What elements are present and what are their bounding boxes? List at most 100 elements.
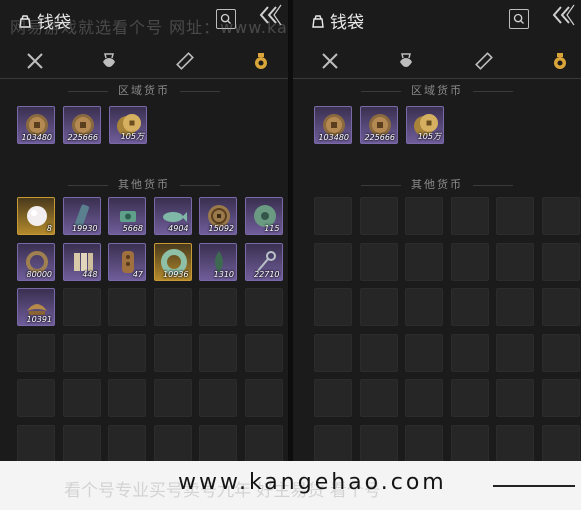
currency-slot[interactable]: 103480: [17, 106, 55, 144]
empty-slot[interactable]: [153, 288, 192, 326]
empty-slot[interactable]: [496, 379, 534, 417]
currency-slot[interactable]: 115: [244, 197, 283, 235]
empty-slot[interactable]: [314, 197, 352, 235]
empty-slot[interactable]: [199, 424, 237, 463]
empty-slot[interactable]: [17, 333, 55, 372]
watermark-url: www.kangehao.com: [178, 470, 447, 495]
currency-slot[interactable]: 15092: [199, 197, 237, 235]
empty-slot[interactable]: [541, 424, 580, 463]
empty-slot[interactable]: [359, 424, 398, 463]
empty-slot[interactable]: [359, 379, 398, 417]
empty-slot[interactable]: [405, 288, 443, 326]
empty-slot[interactable]: [199, 379, 237, 417]
currency-quantity: 103480: [21, 133, 52, 142]
empty-slot[interactable]: [17, 379, 55, 417]
search-button[interactable]: [509, 9, 529, 29]
empty-slot[interactable]: [314, 379, 352, 417]
empty-slot[interactable]: [496, 197, 534, 235]
currency-slot[interactable]: 22710: [244, 242, 283, 281]
crossed-swords-icon: [322, 53, 338, 69]
empty-slot[interactable]: [450, 379, 489, 417]
currency-slot[interactable]: 47: [108, 242, 146, 281]
empty-slot[interactable]: [153, 333, 192, 372]
currency-slot[interactable]: 10936: [153, 242, 192, 281]
watermark-rule: [493, 485, 575, 487]
tab-currency[interactable]: [547, 48, 573, 74]
empty-slot[interactable]: [405, 424, 443, 463]
collapse-chevron-icon[interactable]: [258, 3, 284, 27]
empty-slot[interactable]: [541, 197, 580, 235]
currency-slot[interactable]: 105万: [406, 106, 444, 144]
empty-slot[interactable]: [405, 333, 443, 372]
empty-slot[interactable]: [359, 242, 398, 281]
empty-slot[interactable]: [314, 288, 352, 326]
empty-slot[interactable]: [314, 424, 352, 463]
tab-currency[interactable]: [248, 48, 274, 74]
empty-slot[interactable]: [199, 288, 237, 326]
currency-slot[interactable]: 80000: [17, 242, 55, 281]
empty-slot[interactable]: [496, 288, 534, 326]
currency-slot[interactable]: 5668: [108, 197, 146, 235]
empty-slot[interactable]: [314, 333, 352, 372]
currency-slot[interactable]: 225666: [63, 106, 101, 144]
tab-bag[interactable]: [393, 48, 419, 74]
currency-slot[interactable]: 8: [17, 197, 55, 235]
tab-scroll[interactable]: [172, 48, 198, 74]
category-tabs: [0, 44, 288, 79]
empty-slot[interactable]: [108, 333, 146, 372]
currency-slot[interactable]: 103480: [314, 106, 352, 144]
empty-slot[interactable]: [153, 379, 192, 417]
empty-slot[interactable]: [62, 288, 101, 326]
empty-slot[interactable]: [359, 197, 398, 235]
currency-quantity: 22710: [254, 269, 280, 279]
empty-slot[interactable]: [62, 424, 101, 463]
empty-slot[interactable]: [405, 379, 443, 417]
empty-slot[interactable]: [108, 288, 146, 326]
empty-slot[interactable]: [199, 333, 237, 372]
empty-slot[interactable]: [108, 379, 146, 417]
empty-slot[interactable]: [541, 242, 580, 281]
empty-slot[interactable]: [405, 197, 443, 235]
empty-slot[interactable]: [450, 424, 489, 463]
empty-slot[interactable]: [314, 242, 352, 281]
empty-slot[interactable]: [450, 197, 489, 235]
empty-slot[interactable]: [496, 424, 534, 463]
collapse-chevron-icon[interactable]: [551, 3, 577, 27]
currency-slot[interactable]: 1310: [199, 242, 237, 281]
empty-slot[interactable]: [450, 288, 489, 326]
empty-slot[interactable]: [244, 379, 283, 417]
currency-quantity: 225666: [364, 133, 395, 142]
tab-scroll[interactable]: [471, 48, 497, 74]
tab-weapons[interactable]: [22, 48, 48, 74]
empty-slot[interactable]: [359, 333, 398, 372]
empty-slot[interactable]: [496, 242, 534, 281]
tab-weapons[interactable]: [317, 48, 343, 74]
empty-slot[interactable]: [450, 242, 489, 281]
empty-slot[interactable]: [541, 379, 580, 417]
tab-bag[interactable]: [96, 48, 122, 74]
empty-slot[interactable]: [108, 424, 146, 463]
empty-slot[interactable]: [541, 333, 580, 372]
currency-panel-left: 钱袋 网易游戏就选看个号 网址：www.kangehao.com 区域货币 10…: [0, 0, 288, 510]
empty-slot[interactable]: [359, 288, 398, 326]
panel-header: 钱袋: [0, 0, 288, 40]
empty-slot[interactable]: [244, 333, 283, 372]
empty-slot[interactable]: [541, 288, 580, 326]
currency-slot[interactable]: 4904: [153, 197, 192, 235]
empty-slot[interactable]: [62, 379, 101, 417]
empty-slot[interactable]: [405, 242, 443, 281]
empty-slot[interactable]: [244, 424, 283, 463]
currency-slot[interactable]: 10391: [17, 288, 55, 326]
empty-slot[interactable]: [62, 333, 101, 372]
empty-slot[interactable]: [17, 424, 55, 463]
currency-slot[interactable]: 448: [62, 242, 101, 281]
empty-slot[interactable]: [496, 333, 534, 372]
currency-slot[interactable]: 105万: [109, 106, 147, 144]
empty-slot[interactable]: [450, 333, 489, 372]
currency-slot[interactable]: 225666: [360, 106, 398, 144]
search-button[interactable]: [216, 9, 236, 29]
currency-quantity: 115: [264, 224, 280, 233]
empty-slot[interactable]: [153, 424, 192, 463]
empty-slot[interactable]: [244, 288, 283, 326]
currency-slot[interactable]: 19930: [62, 197, 101, 235]
